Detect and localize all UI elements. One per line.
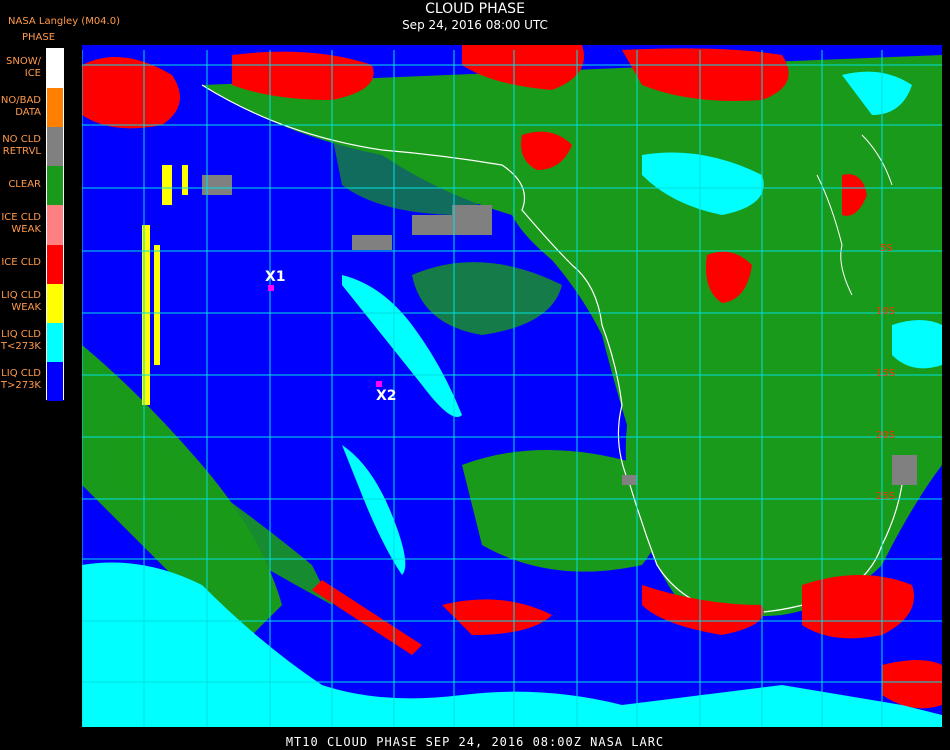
legend-label: LIQ CLD T>273K	[0, 368, 41, 392]
lat-label-10s: 10S	[876, 306, 896, 317]
marker-x2-label: X2	[376, 388, 397, 404]
marker-x1-dot	[268, 285, 274, 291]
cloud-phase-map	[82, 45, 942, 727]
marker-x1-label: X1	[265, 269, 286, 285]
lat-label-25s: 25S	[876, 491, 896, 502]
map-subtitle: Sep 24, 2016 08:00 UTC	[402, 18, 548, 32]
footer-caption: MT10 CLOUD PHASE SEP 24, 2016 08:00Z NAS…	[285, 735, 665, 749]
lat-label-20s: 20S	[876, 430, 896, 441]
legend-heading: PHASE	[22, 32, 56, 43]
legend-swatch	[47, 127, 63, 167]
legend-label: ICE CLD WEAK	[1, 212, 41, 235]
legend-label: CLEAR	[8, 178, 41, 190]
map-title: CLOUD PHASE	[425, 1, 525, 17]
legend-swatch	[47, 322, 63, 362]
legend-swatch	[47, 361, 63, 401]
marker-x2-dot	[376, 381, 382, 387]
legend-swatch	[47, 205, 63, 245]
legend-swatch	[47, 166, 63, 206]
legend-label: NO/BAD DATA	[0, 94, 41, 118]
legend-swatch	[47, 244, 63, 284]
legend-swatch	[47, 88, 63, 128]
legend-color-bar	[46, 48, 64, 401]
legend-label: LIQ CLD WEAK	[1, 290, 41, 314]
legend-label: ICE CLD	[1, 257, 41, 269]
legend-label: NO CLD RETRVL	[2, 133, 41, 157]
legend-swatch	[47, 283, 63, 323]
legend-swatch	[47, 49, 63, 89]
legend-label: LIQ CLD T<273K	[0, 329, 41, 353]
lat-label-15s: 15S	[876, 368, 896, 379]
lat-label-5s: 5S	[880, 243, 893, 254]
legend-label: SNOW/ ICE	[6, 55, 41, 79]
